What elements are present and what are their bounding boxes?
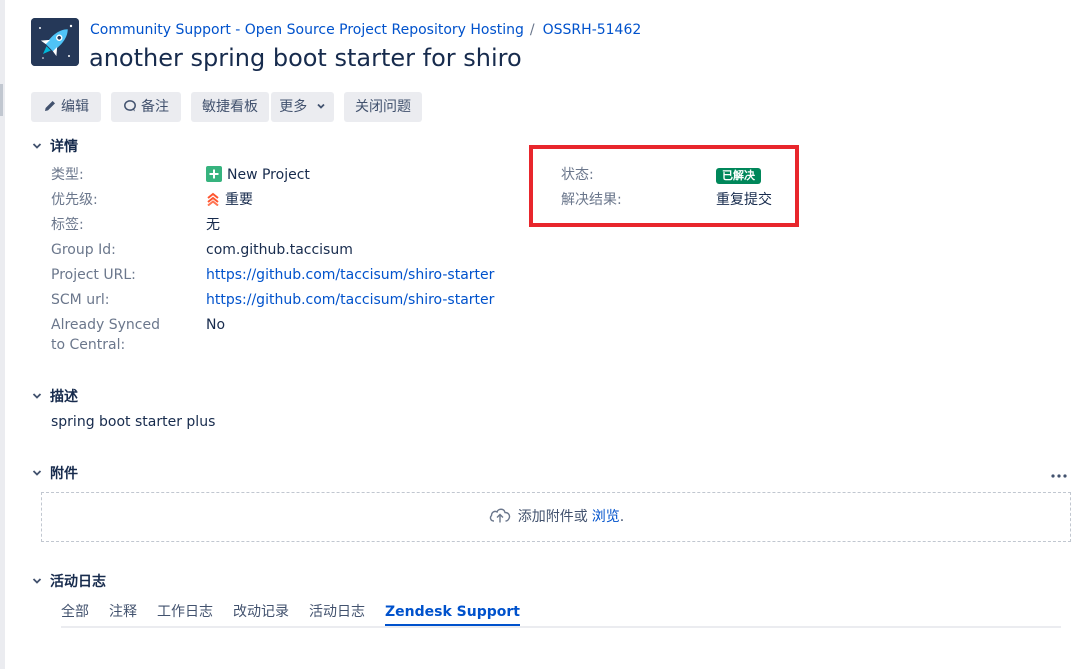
sidebar-edge: [0, 0, 5, 669]
breadcrumb-separator: /: [529, 22, 535, 38]
dropzone-text: 添加附件或: [517, 509, 588, 525]
breadcrumb-issue-key-link[interactable]: OSSRH-51462: [543, 22, 642, 38]
field-value-scm-url: https://github.com/taccisum/shiro-starte…: [206, 290, 494, 310]
field-value-type: New Project: [206, 165, 310, 185]
comment-button[interactable]: 备注: [111, 92, 181, 122]
field-value-priority: 重要: [206, 190, 253, 210]
field-label-type: 类型:: [51, 167, 84, 183]
attachment-dropzone[interactable]: 添加附件或 浏览.: [41, 492, 1071, 542]
activity-section-title: 活动日志: [50, 574, 106, 590]
project-url-link[interactable]: https://github.com/taccisum/shiro-starte…: [206, 267, 494, 283]
field-value-group-id: com.github.taccisum: [206, 242, 353, 258]
field-label-labels: 标签:: [51, 217, 84, 233]
status-badge[interactable]: 已解决: [716, 168, 761, 184]
more-button-label: 更多: [279, 99, 308, 115]
agile-board-button-label: 敏捷看板: [202, 99, 258, 115]
details-section-title: 详情: [50, 139, 78, 155]
chevron-down-icon: [317, 103, 325, 109]
description-section-title: 描述: [50, 389, 78, 405]
chevron-down-icon: [32, 578, 42, 584]
status-label: 状态:: [561, 167, 594, 183]
comment-button-label: 备注: [141, 99, 169, 115]
issue-page: Community Support - Open Source Project …: [0, 0, 1091, 669]
details-section-toggle[interactable]: 详情: [31, 137, 78, 157]
edit-button-label: 编辑: [61, 99, 89, 115]
chevron-down-icon: [32, 470, 42, 476]
resolution-value: 重复提交: [716, 192, 772, 208]
field-label-project-url: Project URL:: [51, 267, 136, 283]
activity-tabs: 全部 注释 工作日志 改动记录 活动日志 Zendesk Support: [61, 600, 1061, 628]
tab-activity[interactable]: 活动日志: [309, 600, 365, 624]
description-text[interactable]: spring boot starter plus: [51, 412, 215, 432]
project-avatar[interactable]: [31, 18, 79, 66]
field-label-group-id: Group Id:: [51, 242, 116, 258]
scm-url-link[interactable]: https://github.com/taccisum/shiro-starte…: [206, 292, 494, 308]
field-value-labels: 无: [206, 217, 220, 233]
more-horizontal-icon: [1051, 474, 1067, 478]
field-label-already-synced: Already Synced to Central:: [51, 317, 160, 353]
dropzone-suffix: .: [619, 509, 625, 525]
attachments-section-title: 附件: [50, 466, 78, 482]
field-label-scm-url: SCM url:: [51, 292, 110, 308]
field-value-project-url: https://github.com/taccisum/shiro-starte…: [206, 265, 494, 285]
attachments-section-toggle[interactable]: 附件: [31, 464, 78, 484]
status-value: 已解决: [716, 165, 761, 185]
comment-icon: [124, 100, 136, 112]
edit-button[interactable]: 编辑: [31, 92, 101, 122]
breadcrumb-project-link[interactable]: Community Support - Open Source Project …: [90, 22, 524, 38]
tab-comments[interactable]: 注释: [109, 600, 137, 624]
priority-major-icon: [207, 192, 219, 206]
activity-section-toggle[interactable]: 活动日志: [31, 572, 106, 592]
cloud-upload-icon: [489, 508, 510, 523]
field-value-already-synced: No: [206, 317, 226, 333]
tab-zendesk-support[interactable]: Zendesk Support: [385, 600, 520, 626]
new-feature-icon: [206, 166, 222, 182]
field-label-priority: 优先级:: [51, 192, 98, 208]
description-section-toggle[interactable]: 描述: [31, 387, 78, 407]
issue-type-text: New Project: [227, 167, 310, 183]
resolution-label: 解决结果:: [561, 192, 622, 208]
more-button[interactable]: 更多: [271, 92, 334, 122]
close-issue-button-label: 关闭问题: [355, 99, 411, 115]
tab-all[interactable]: 全部: [61, 600, 89, 624]
chevron-down-icon: [32, 393, 42, 399]
agile-board-button[interactable]: 敏捷看板: [191, 92, 269, 122]
rocket-icon: [31, 18, 79, 66]
attachments-more-button[interactable]: [1049, 466, 1069, 486]
issue-title[interactable]: another spring boot starter for shiro: [89, 42, 522, 74]
tab-history[interactable]: 改动记录: [233, 600, 289, 624]
browse-link[interactable]: 浏览: [592, 509, 620, 525]
tab-work-log[interactable]: 工作日志: [157, 600, 213, 624]
pencil-icon: [45, 101, 55, 111]
chevron-down-icon: [32, 143, 42, 149]
priority-text: 重要: [225, 192, 253, 208]
breadcrumb: Community Support - Open Source Project …: [90, 20, 641, 40]
status-highlight-box: [529, 145, 799, 227]
sidebar-collapse-handle[interactable]: [0, 84, 3, 116]
close-issue-button[interactable]: 关闭问题: [344, 92, 422, 122]
